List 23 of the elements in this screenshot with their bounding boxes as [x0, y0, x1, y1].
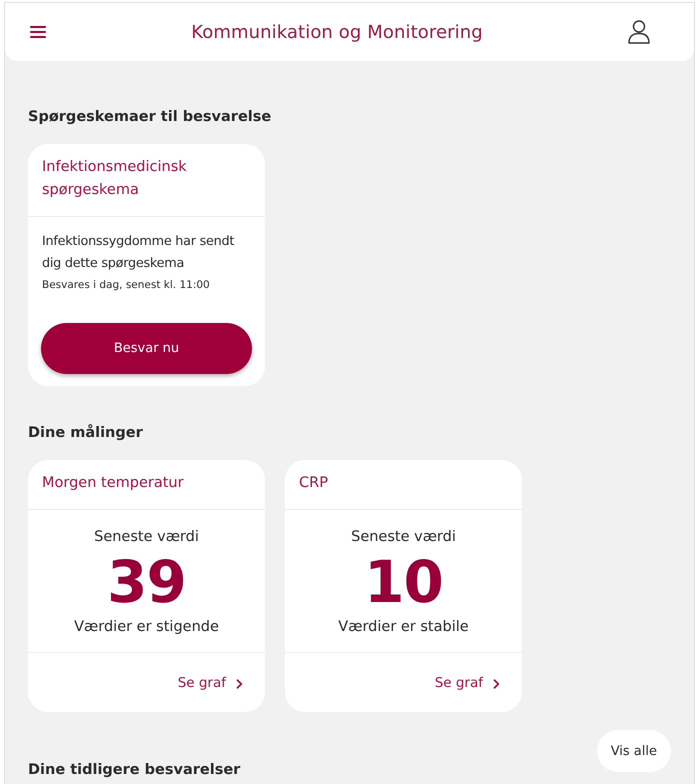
- chevron-icon: [493, 679, 500, 689]
- card-title: Infektionsmedicinsk spørgeskema: [42, 158, 188, 200]
- show-all-button[interactable]: Vis alle: [596, 730, 671, 772]
- user-icon[interactable]: [628, 20, 650, 44]
- section-heading: Dine målinger: [28, 423, 144, 443]
- section-heading: Spørgeskemaer til besvarelse: [28, 108, 272, 127]
- deadline-text: Besvares i dag, senest kl. 11:00: [42, 278, 211, 293]
- measurement-value: 10: [363, 548, 444, 616]
- trend-text: Værdier er stigende: [73, 618, 220, 637]
- trend-text: Værdier er stabile: [337, 618, 470, 637]
- measurement-value: 39: [106, 548, 187, 616]
- chevron-icon: [236, 679, 243, 689]
- section-heading: Dine tidligere besvarelser: [28, 761, 240, 780]
- message-text: Infektionssygdomme har sendt dig dette spørgeskema: [42, 233, 236, 273]
- card-title: Morgen temperatur: [42, 474, 185, 493]
- caption-text: Seneste værdi: [93, 528, 200, 547]
- menu-icon[interactable]: [30, 26, 46, 38]
- graph-link[interactable]: Se graf: [178, 673, 243, 693]
- answer-button[interactable]: Besvar nu: [41, 323, 252, 374]
- graph-link[interactable]: Se graf: [434, 673, 500, 693]
- app-title: Kommunikation og Monitorering: [191, 22, 483, 42]
- card-title: CRP: [299, 474, 329, 493]
- caption-text: Seneste værdi: [350, 528, 457, 547]
